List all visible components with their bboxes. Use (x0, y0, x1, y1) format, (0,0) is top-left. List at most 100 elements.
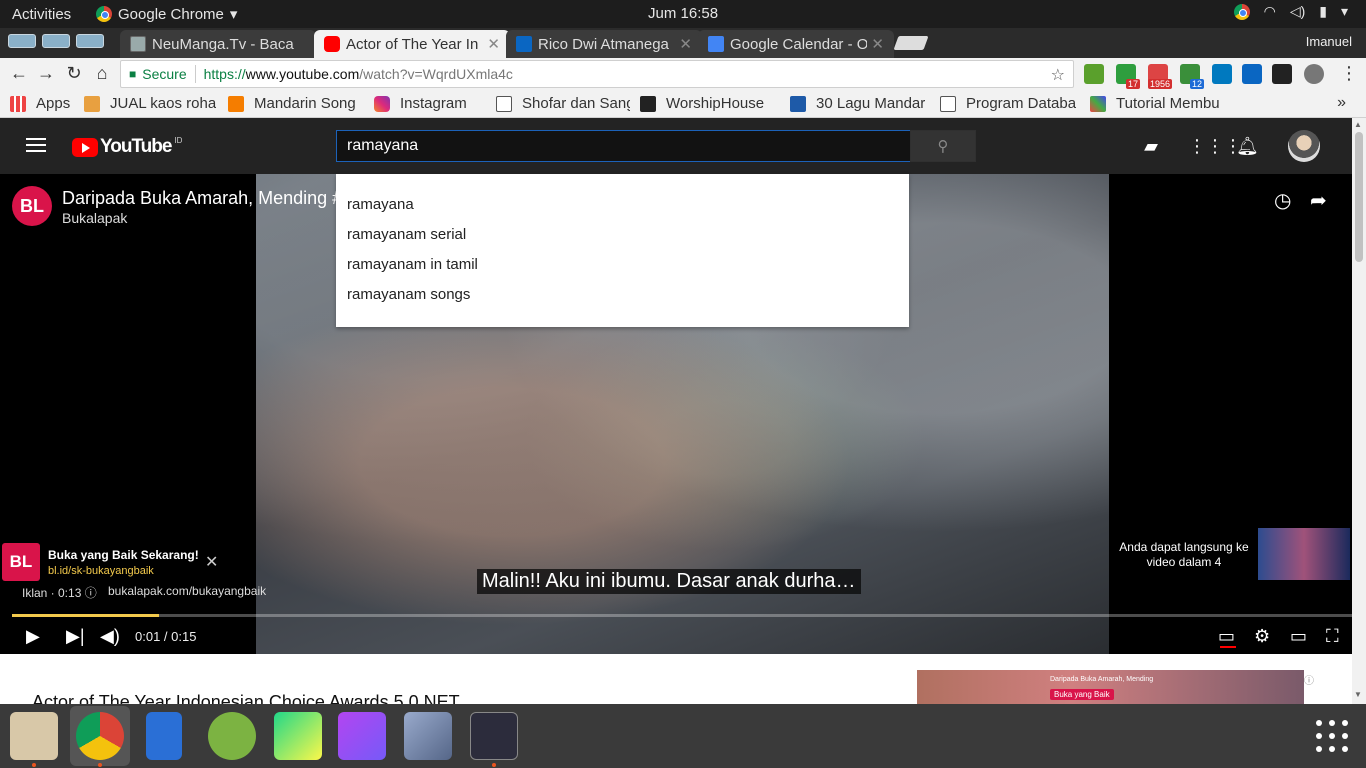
search-button[interactable]: ⚲ (910, 130, 976, 162)
activities-button[interactable]: Activities (0, 6, 96, 23)
system-tray[interactable]: ◠ ◁) ▮ ▾ (1233, 3, 1348, 20)
docs-icon[interactable] (146, 712, 182, 760)
settings-gear-icon[interactable]: ⚙ (1254, 626, 1270, 647)
ad-url[interactable]: bl.id/sk-bukayangbaik (48, 565, 199, 577)
ad-site-link[interactable]: bukalapak.com/bukayangbaik (108, 584, 266, 598)
suggestion-item[interactable]: ramayana (336, 193, 909, 223)
share-icon[interactable]: ➦ (1310, 188, 1327, 213)
github-extension-icon[interactable] (1272, 64, 1292, 84)
ad-headline[interactable]: Buka yang Baik Sekarang! (48, 548, 199, 562)
trello-extension-icon[interactable] (1212, 64, 1232, 84)
scrollbar-thumb[interactable] (1355, 132, 1363, 262)
play-icon[interactable]: ▶ (26, 626, 40, 647)
scroll-up-icon[interactable]: ▲ (1354, 120, 1362, 129)
profile-name[interactable]: Imanuel (1306, 34, 1352, 49)
avatar[interactable] (1288, 130, 1320, 162)
minimize-window-button[interactable] (42, 34, 70, 48)
suggestion-item[interactable]: ramayanam songs (336, 283, 909, 313)
skip-video-thumbnail[interactable] (1258, 528, 1350, 580)
linkedin-extension-icon[interactable] (1242, 64, 1262, 84)
address-bar[interactable]: ■ Secure https:// www.youtube.com /watch… (120, 60, 1074, 88)
virtualbox-icon[interactable] (404, 712, 452, 760)
mail-extension-icon[interactable]: 1956 (1147, 64, 1172, 89)
tab-linkedin[interactable]: Rico Dwi Atmanega ✕ (506, 30, 702, 58)
sidebar-ad-button[interactable]: Buka yang Baik (1050, 689, 1114, 700)
bookmark-item[interactable]: WorshipHouse (640, 95, 780, 112)
bookmarks-bar: Apps JUAL kaos roha Mandarin Song Instag… (0, 90, 1366, 118)
progress-bar[interactable] (12, 614, 1352, 617)
bookmark-item[interactable]: Instagram (374, 95, 486, 112)
youtube-logo[interactable]: YouTube ID (72, 136, 182, 158)
channel-logo[interactable]: BL (12, 186, 52, 226)
bookmark-favicon-icon (1090, 95, 1106, 112)
extension-icon[interactable] (1304, 64, 1324, 84)
time-display: 0:01 / 0:15 (135, 629, 197, 644)
close-tab-icon[interactable]: ✕ (871, 35, 884, 53)
ad-text: Buka yang Baik Sekarang! bl.id/sk-bukaya… (48, 548, 199, 577)
android-studio-icon[interactable] (208, 712, 256, 760)
watch-page: Actor of The Year Indonesian Choice Awar… (0, 654, 1352, 712)
bookmark-item[interactable]: 30 Lagu Mandar (790, 95, 930, 112)
close-ad-icon[interactable]: ✕ (205, 552, 218, 572)
close-window-button[interactable] (8, 34, 36, 48)
page-icon (130, 36, 146, 52)
menu-icon[interactable] (26, 138, 46, 156)
captions-icon[interactable]: ▭ (1218, 626, 1235, 647)
search-input[interactable]: ramayana (336, 130, 911, 162)
bookmark-item[interactable]: Tutorial Membu (1090, 95, 1224, 112)
ad-logo[interactable]: BL (2, 543, 40, 581)
reload-icon[interactable]: ↻ (63, 63, 85, 84)
tab-neumanga[interactable]: NeuManga.Tv - Baca (120, 30, 316, 58)
volume-icon[interactable]: ◀) (100, 626, 120, 647)
chat-extension-icon[interactable]: 17 (1116, 64, 1140, 89)
bookmark-apps[interactable]: Apps (10, 95, 74, 112)
info-icon[interactable]: ⓘ (85, 586, 97, 600)
chrome-tray-icon[interactable] (1233, 3, 1250, 20)
suggestion-item[interactable]: ramayanam serial (336, 223, 909, 253)
screen: Activities Google Chrome ▾ Jum 16:58 ◠ ◁… (0, 0, 1366, 768)
player-video-title[interactable]: Daripada Buka Amarah, Mending # (62, 188, 342, 209)
clock[interactable]: Jum 16:58 (648, 5, 718, 22)
bookmark-item[interactable]: Shofar dan Sang (496, 95, 630, 112)
bookmark-item[interactable]: JUAL kaos roha (84, 95, 218, 112)
chrome-dock-icon[interactable] (76, 712, 124, 760)
more-bookmarks-icon[interactable]: » (1337, 94, 1346, 112)
scroll-down-icon[interactable]: ▼ (1354, 690, 1362, 699)
ad-overlay[interactable]: BL Buka yang Baik Sekarang! bl.id/sk-buk… (0, 542, 228, 582)
home-icon[interactable]: ⌂ (91, 63, 113, 84)
app-menu[interactable]: Google Chrome ▾ (96, 5, 237, 23)
bookmark-star-icon[interactable]: ☆ (1051, 65, 1065, 85)
close-tab-icon[interactable]: ✕ (487, 35, 500, 53)
apps-icon[interactable]: ⋮⋮⋮ (1188, 136, 1242, 158)
player-channel-name[interactable]: Bukalapak (62, 210, 127, 226)
notifications-bell-icon[interactable]: 🔔︎ (1236, 136, 1259, 158)
tab-youtube[interactable]: Actor of The Year In ✕ (314, 30, 510, 58)
adchoices-icon[interactable]: ⓘ (1304, 672, 1314, 687)
show-apps-icon[interactable] (1316, 720, 1350, 754)
terminal-icon[interactable] (470, 712, 518, 760)
download-extension-icon[interactable] (1084, 64, 1104, 84)
pycharm-icon[interactable] (274, 712, 322, 760)
close-tab-icon[interactable]: ✕ (679, 35, 692, 53)
phpstorm-icon[interactable] (338, 712, 386, 760)
watch-later-clock-icon[interactable]: ◷ (1274, 188, 1291, 213)
system-top-bar: Activities Google Chrome ▾ Jum 16:58 ◠ ◁… (0, 0, 1366, 28)
maximize-window-button[interactable] (76, 34, 104, 48)
theater-mode-icon[interactable]: ▭ (1290, 626, 1307, 647)
secure-label: Secure (142, 66, 187, 82)
back-icon[interactable]: ← (8, 63, 30, 84)
sheet-extension-icon[interactable]: 12 (1180, 64, 1204, 89)
forward-icon[interactable]: → (35, 63, 57, 84)
tab-calendar[interactable]: Google Calendar - O ✕ (698, 30, 894, 58)
chrome-menu-icon[interactable]: ⋮ (1338, 63, 1360, 84)
create-video-icon[interactable]: ▰ (1140, 136, 1162, 158)
bookmark-item[interactable]: Program Databa (940, 95, 1080, 112)
suggestion-item[interactable]: ramayanam in tamil (336, 253, 909, 283)
lock-icon: ■ (129, 67, 137, 81)
new-tab-button[interactable] (893, 36, 929, 50)
bookmark-item[interactable]: Mandarin Song (228, 95, 364, 112)
next-icon[interactable]: ▶| (66, 626, 85, 647)
fullscreen-icon[interactable]: ⛶ (1326, 626, 1339, 647)
files-icon[interactable] (10, 712, 58, 760)
page-scrollbar[interactable]: ▲ ▼ (1352, 118, 1366, 704)
